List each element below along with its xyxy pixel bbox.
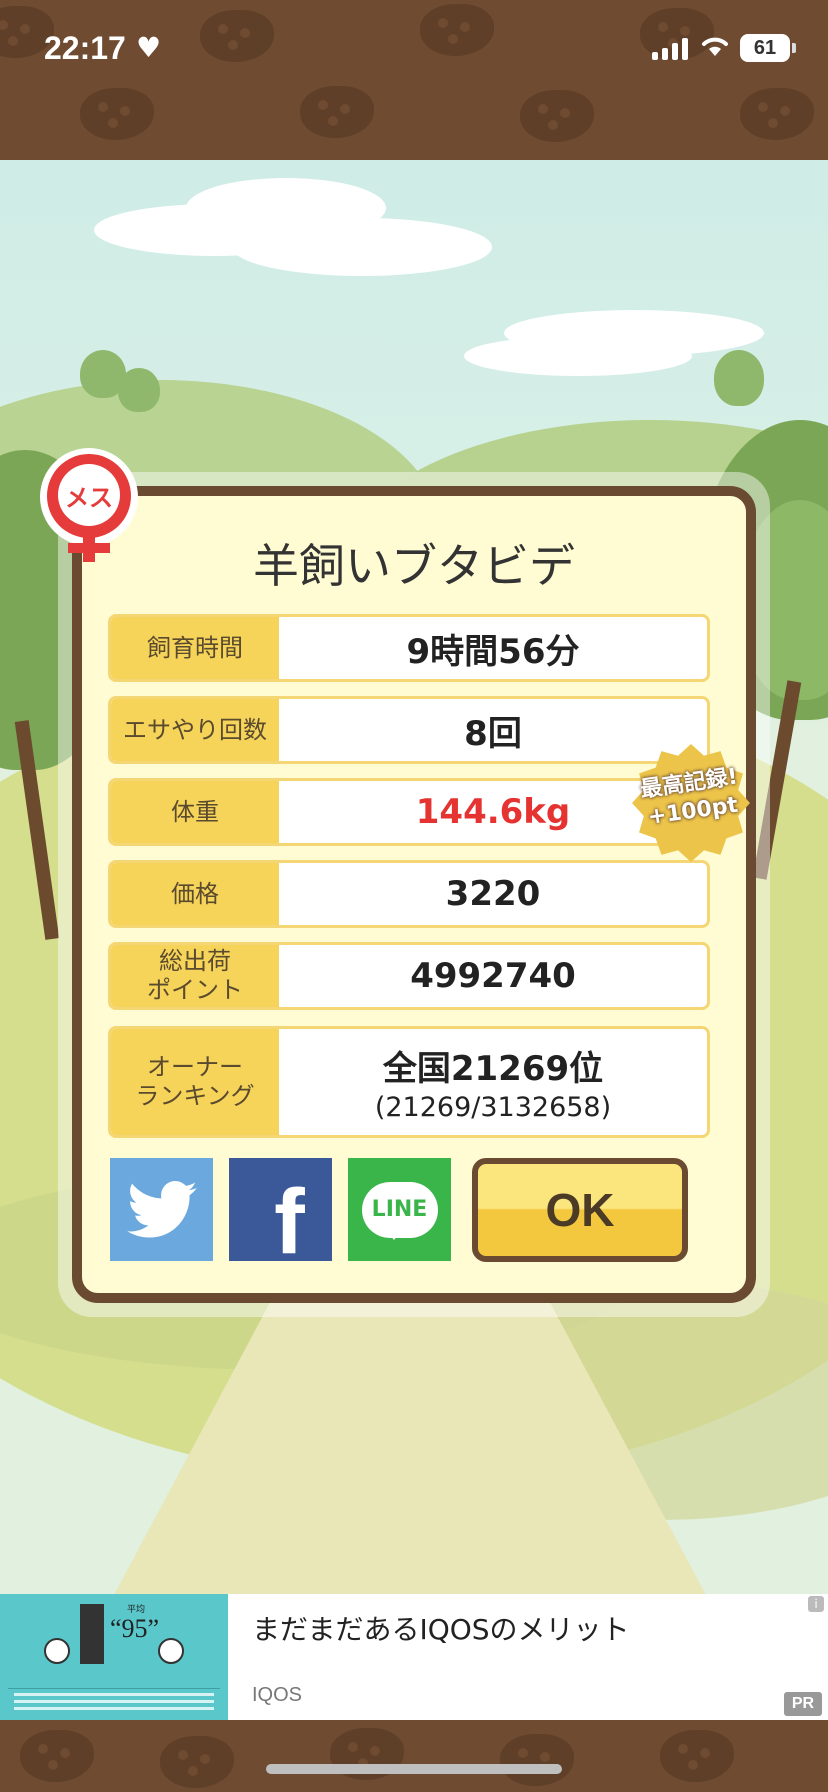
pig-name: 羊飼いブタビデ: [253, 539, 575, 593]
battery-icon: 61: [740, 34, 796, 62]
ad-title[interactable]: まだまだあるIQOSのメリット: [252, 1608, 630, 1648]
stat-row-shipping-points: 総出荷 ポイント 4992740: [108, 942, 710, 1010]
line-icon: LINE: [361, 1181, 438, 1240]
stat-label: エサやり回数: [111, 699, 279, 761]
ok-button[interactable]: OK: [472, 1158, 688, 1262]
status-bar: 22:17 ♥ 61: [0, 0, 828, 100]
stat-row-feed-count: エサやり回数 8回: [108, 696, 710, 764]
stat-value: 3220: [445, 874, 541, 914]
footer-pattern: [0, 1720, 828, 1792]
pen-icon: [44, 1638, 70, 1664]
cellular-signal-icon: [652, 38, 688, 60]
twitter-share-button[interactable]: [110, 1158, 213, 1261]
pen-icon: [158, 1638, 184, 1664]
stat-label: 体重: [111, 781, 279, 843]
stat-value: 9時間56分: [406, 631, 580, 672]
status-time: 22:17: [44, 30, 126, 66]
ad-advertiser: IQOS: [252, 1684, 303, 1706]
ranking-value: 全国21269位: [382, 1049, 604, 1089]
stat-label: 総出荷 ポイント: [111, 945, 279, 1007]
female-icon: メス: [40, 448, 138, 562]
ranking-detail: (21269/3132658): [374, 1092, 612, 1123]
stat-value: 全国21269位 (21269/3132658): [279, 1029, 707, 1135]
gender-label: メス: [58, 464, 120, 526]
facebook-icon: f: [274, 1170, 305, 1273]
ad-info-icon[interactable]: i: [808, 1596, 824, 1612]
stat-value: 4992740: [410, 956, 576, 996]
ad-pr-badge: PR: [784, 1692, 822, 1716]
stat-label: 価格: [111, 863, 279, 925]
ad-image-number: “95”: [110, 1614, 160, 1643]
ad-image[interactable]: 平均 “95”: [0, 1594, 228, 1720]
twitter-icon: [126, 1180, 197, 1238]
wifi-icon: [702, 37, 728, 56]
stat-label: 飼育時間: [111, 617, 279, 679]
line-share-button[interactable]: LINE: [348, 1158, 451, 1261]
stat-label: オーナー ランキング: [111, 1029, 279, 1135]
record-badge: 最高記録! +100pt: [632, 744, 750, 862]
stat-row-owner-ranking: オーナー ランキング 全国21269位 (21269/3132658): [108, 1026, 710, 1138]
home-indicator[interactable]: [266, 1764, 562, 1774]
stat-row-weight: 体重 144.6kg: [108, 778, 710, 846]
heart-icon: ♥: [136, 31, 162, 64]
ad-banner[interactable]: 平均 “95” まだまだあるIQOSのメリット IQOS i PR: [0, 1594, 828, 1720]
facebook-share-button[interactable]: f: [229, 1158, 332, 1268]
stat-row-raising-time: 飼育時間 9時間56分: [108, 614, 710, 682]
stat-row-price: 価格 3220: [108, 860, 710, 928]
